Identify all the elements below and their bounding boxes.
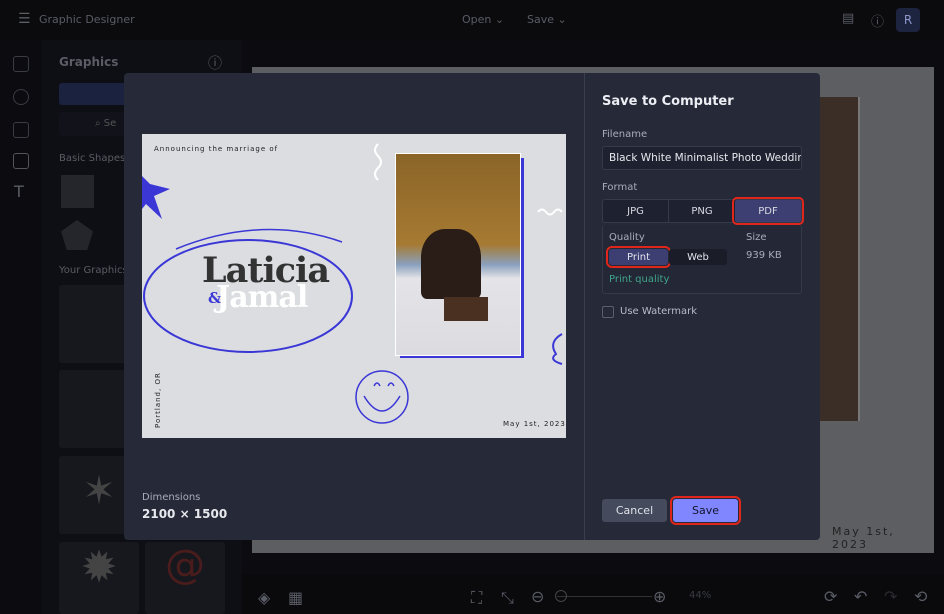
name-2: Jamal xyxy=(216,280,308,315)
zoom-in-icon[interactable]: ⊕ xyxy=(653,587,666,606)
size-value: 939 KB xyxy=(746,250,782,261)
grid-icon[interactable]: ▦ xyxy=(288,588,303,607)
dimensions-value: 2100 × 1500 xyxy=(142,507,228,521)
search-placeholder: Se xyxy=(103,118,117,129)
top-bar: ☰ Graphic Designer Open ⌄ Save ⌄ ▤ ⓘ R xyxy=(0,0,944,40)
your-graphics-heading: Your Graphics xyxy=(59,265,128,276)
shapes-icon[interactable] xyxy=(13,153,29,169)
history-icon[interactable]: ⟲ xyxy=(914,587,927,606)
comment-icon[interactable]: ▤ xyxy=(842,11,854,26)
redo-icon[interactable]: ↷ xyxy=(884,587,897,606)
watermark-checkbox[interactable] xyxy=(602,306,614,318)
save-menu[interactable]: Save ⌄ xyxy=(527,13,567,26)
help-icon[interactable]: ⓘ xyxy=(871,11,884,30)
layout-icon[interactable] xyxy=(13,122,29,138)
adjust-icon[interactable] xyxy=(13,89,29,105)
bottom-toolbar: ◈ ▦ ⛶ ⤡ ⊖ ⊕ 44% ⟳ ↶ ↷ ⟲ xyxy=(242,578,944,614)
location-text: Portland, OR xyxy=(154,372,162,428)
dimensions-label: Dimensions xyxy=(142,492,201,503)
format-pdf[interactable]: PDF xyxy=(732,197,804,225)
smiley-icon xyxy=(355,370,409,424)
zoom-slider[interactable] xyxy=(557,596,652,597)
open-menu[interactable]: Open ⌄ xyxy=(462,13,504,26)
undo-icon[interactable]: ↶ xyxy=(854,587,867,606)
watermark-label[interactable]: Use Watermark xyxy=(620,306,697,317)
zoom-level: 44% xyxy=(689,590,712,601)
format-png[interactable]: PNG xyxy=(669,200,735,222)
pentagon-shape[interactable] xyxy=(61,220,93,250)
format-label: Format xyxy=(602,182,638,193)
avatar[interactable]: R xyxy=(896,8,920,32)
date-text: May 1st, 2023 xyxy=(503,420,566,428)
couple-photo xyxy=(395,153,521,356)
shrink-icon[interactable]: ⤡ xyxy=(501,588,514,608)
save-button[interactable]: Save xyxy=(670,496,741,525)
info-icon[interactable]: ⓘ xyxy=(208,53,222,73)
quality-note: Print quality xyxy=(609,274,670,285)
tool-rail: T xyxy=(0,40,42,614)
graphic-item[interactable]: ✹ xyxy=(59,542,139,614)
square-shape[interactable] xyxy=(61,175,94,208)
dialog-title: Save to Computer xyxy=(602,94,734,109)
zoom-slider-handle[interactable] xyxy=(555,590,567,602)
open-label: Open xyxy=(462,13,492,26)
squiggle-icon xyxy=(374,143,382,181)
canvas-date: May 1st, 2023 xyxy=(832,525,895,551)
canvas-photo xyxy=(820,97,860,421)
design-preview: Announcing the marriage of Laticia & Jam… xyxy=(142,134,566,438)
quality-web[interactable]: Web xyxy=(669,249,727,265)
format-jpg[interactable]: JPG xyxy=(603,200,669,222)
filename-value: Black White Minimalist Photo Wedding xyxy=(609,152,802,164)
format-selector: JPG PNG PDF xyxy=(602,197,804,225)
size-label: Size xyxy=(746,232,767,243)
panel-title: Graphics xyxy=(59,55,119,69)
filename-input[interactable]: Black White Minimalist Photo Wedding xyxy=(602,146,802,170)
cancel-button[interactable]: Cancel xyxy=(602,499,667,522)
basic-shapes-heading: Basic Shapes xyxy=(59,153,126,164)
save-label: Save xyxy=(527,13,555,26)
text-icon[interactable]: T xyxy=(14,182,24,201)
app-title: Graphic Designer xyxy=(39,13,135,26)
dialog-divider xyxy=(584,73,585,540)
filename-label: Filename xyxy=(602,129,648,140)
zoom-out-icon[interactable]: ⊖ xyxy=(531,587,544,606)
quality-label: Quality xyxy=(609,232,645,243)
avatar-initial: R xyxy=(903,13,913,27)
quality-print[interactable]: Print xyxy=(606,246,671,268)
menu-icon[interactable]: ☰ xyxy=(18,11,31,27)
starburst-icon xyxy=(142,176,170,219)
graphic-item[interactable]: @ xyxy=(145,542,225,614)
templates-icon[interactable] xyxy=(13,56,29,72)
layers-icon[interactable]: ◈ xyxy=(258,588,270,607)
fit-icon[interactable]: ⛶ xyxy=(471,588,482,608)
refresh-icon[interactable]: ⟳ xyxy=(824,587,837,606)
